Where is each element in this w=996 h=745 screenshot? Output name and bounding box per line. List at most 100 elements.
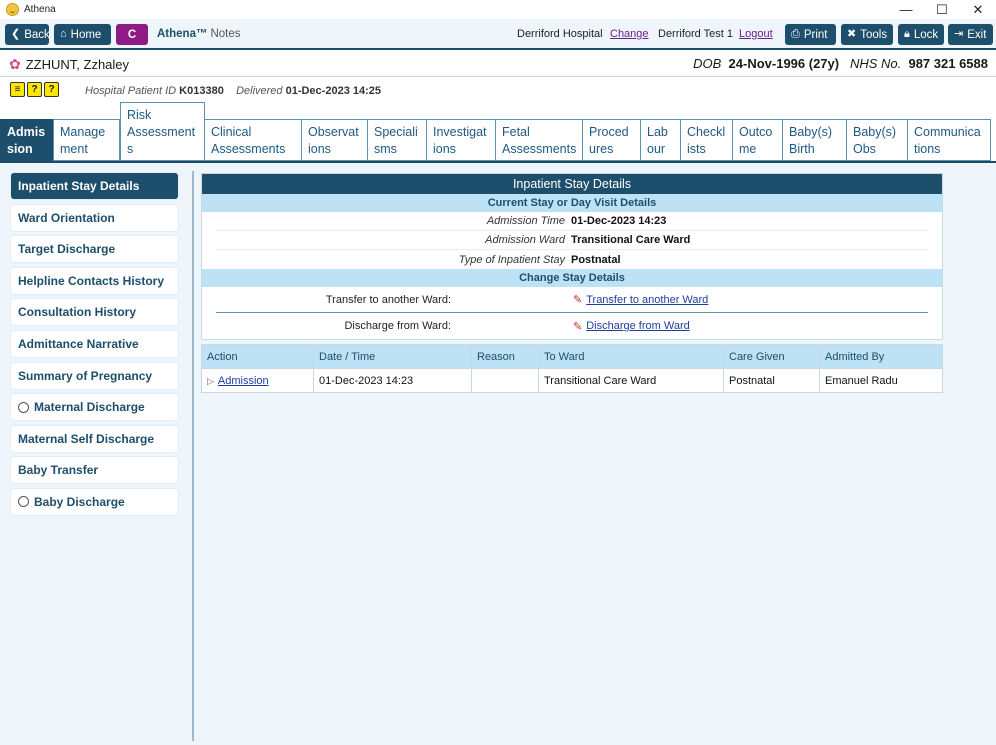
column-header-care-given[interactable]: Care Given <box>723 344 820 369</box>
sidebar-item-helpline-contacts-history[interactable]: Helpline Contacts History <box>11 267 178 294</box>
sidebar-item-maternal-self-discharge[interactable]: Maternal Self Discharge <box>11 425 178 452</box>
tab-observations[interactable]: Observat ions <box>301 119 368 161</box>
sidebar-item-admittance-narrative[interactable]: Admittance Narrative <box>11 330 178 357</box>
hospital-name: Derriford Hospital <box>517 28 603 40</box>
column-header-to-ward[interactable]: To Ward <box>538 344 724 369</box>
alert-question-icon[interactable]: ? <box>27 82 42 97</box>
table-row: ▷ Admission 01-Dec-2023 14:23 Transitiona… <box>201 368 943 393</box>
cell-datetime: 01-Dec-2023 14:23 <box>313 368 472 393</box>
main-tabs: Admis sion Manage ment Risk Assessment s Cli… <box>0 102 996 161</box>
c-button[interactable]: C <box>116 24 148 45</box>
exit-icon: ⇥ <box>954 28 964 40</box>
window-title: Athena <box>24 4 56 15</box>
minimize-button[interactable]: — <box>888 0 924 19</box>
sidebar-divider <box>192 171 194 741</box>
cell-reason <box>471 368 539 393</box>
column-header-admitted-by[interactable]: Admitted By <box>819 344 943 369</box>
back-button[interactable]: ❮ Back <box>5 24 50 45</box>
tab-procedures[interactable]: Proced ures <box>582 119 641 161</box>
tab-clinical-assessments[interactable]: Clinical Assessments <box>204 119 302 161</box>
cell-care-given: Postnatal <box>723 368 820 393</box>
alert-note-icon[interactable]: ≡ <box>10 82 25 97</box>
radio-circle-icon <box>18 401 29 413</box>
sidebar-item-inpatient-stay-details[interactable]: Inpatient Stay Details <box>11 173 178 199</box>
tab-outcome[interactable]: Outco me <box>732 119 783 161</box>
alert-icons: ≡ ? ? <box>10 82 59 97</box>
stay-history-table: Action Date / Time Reason To Ward Care G… <box>201 344 943 393</box>
cell-action: ▷ Admission <box>201 368 314 393</box>
app-brand: Athena™ Notes <box>157 28 241 40</box>
athena-logo-icon <box>6 3 19 16</box>
stay-type-row: Type of Inpatient Stay Postnatal <box>458 253 621 266</box>
pencil-icon: ✎ <box>573 320 583 333</box>
cell-admitted-by: Emanuel Radu <box>819 368 943 393</box>
printer-icon: ⎙ <box>791 28 800 40</box>
user-name: Derriford Test 1 <box>658 28 733 40</box>
pencil-icon: ✎ <box>573 294 583 306</box>
tab-risk-assessments[interactable]: Risk Assessment s <box>120 102 205 161</box>
inpatient-stay-details-panel: Inpatient Stay Details Current Stay or D… <box>201 173 943 340</box>
table-header-row: Action Date / Time Reason To Ward Care G… <box>201 344 943 369</box>
tab-admission[interactable]: Admis sion <box>0 119 53 161</box>
tab-fetal-assessments[interactable]: Fetal Assessments <box>495 119 583 161</box>
lock-icon: 🔒︎ <box>904 28 910 40</box>
discharge-row: Discharge from Ward: ✎ Discharge from Wa… <box>344 320 690 333</box>
transfer-ward-link[interactable]: Transfer to another Ward <box>586 294 708 306</box>
sidebar-item-consultation-history[interactable]: Consultation History <box>11 299 178 326</box>
logout-link[interactable]: Logout <box>739 28 773 40</box>
tools-button[interactable]: ✖ Tools <box>841 24 893 45</box>
tab-management[interactable]: Manage ment <box>53 119 120 161</box>
sidebar-nav: Inpatient Stay Details Ward Orientation … <box>11 173 178 521</box>
sidebar-item-ward-orientation[interactable]: Ward Orientation <box>11 204 178 231</box>
tools-icon: ✖ <box>847 28 857 40</box>
discharge-ward-link[interactable]: Discharge from Ward <box>586 320 690 332</box>
panel-title: Inpatient Stay Details <box>202 174 942 194</box>
tab-babys-birth[interactable]: Baby(s) Birth <box>782 119 847 161</box>
transfer-row: Transfer to another Ward: ✎ Transfer to … <box>216 287 928 313</box>
admission-time-row: Admission Time 01-Dec-2023 14:23 <box>216 212 928 231</box>
main-content: Inpatient Stay Details Ward Orientation … <box>0 161 996 745</box>
cell-to-ward: Transitional Care Ward <box>538 368 724 393</box>
maximize-button[interactable]: ☐ <box>924 0 960 19</box>
column-header-action[interactable]: Action <box>201 344 314 369</box>
lock-button[interactable]: 🔒︎ Lock <box>898 24 944 45</box>
print-button[interactable]: ⎙ Print <box>785 24 836 45</box>
sidebar-item-baby-transfer[interactable]: Baby Transfer <box>11 457 178 484</box>
change-stay-header: Change Stay Details <box>202 269 942 287</box>
tab-communications[interactable]: Communica tions <box>907 119 991 161</box>
tab-specialisms[interactable]: Speciali sms <box>367 119 427 161</box>
change-hospital-link[interactable]: Change <box>610 28 649 40</box>
chevron-left-icon: ❮ <box>11 28 21 40</box>
sidebar-item-summary-of-pregnancy[interactable]: Summary of Pregnancy <box>11 362 178 389</box>
close-button[interactable]: ✕ <box>960 0 996 19</box>
toolbar: ❮ Back ⌂ Home C Athena™ Notes Derriford H… <box>0 19 996 50</box>
flower-icon: ✿ <box>9 56 21 72</box>
patient-demographics: DOB 24-Nov-1996 (27y) NHS No. 987 321 65… <box>693 56 988 71</box>
home-icon: ⌂ <box>60 28 67 40</box>
admission-time-value: 01-Dec-2023 14:23 <box>571 215 667 227</box>
radio-circle-icon <box>18 496 29 508</box>
sidebar-item-baby-discharge[interactable]: Baby Discharge <box>11 488 178 515</box>
admission-ward-row: Admission Ward Transitional Care Ward <box>216 231 928 250</box>
tab-checklists[interactable]: Checkl ists <box>680 119 733 161</box>
tab-labour[interactable]: Lab our <box>640 119 681 161</box>
patient-name[interactable]: ✿ ZZHUNT, Zzhaley <box>9 56 129 73</box>
column-header-reason[interactable]: Reason <box>471 344 539 369</box>
stay-type-value: Postnatal <box>571 253 621 266</box>
tab-babys-obs[interactable]: Baby(s) Obs <box>846 119 908 161</box>
sidebar-item-maternal-discharge[interactable]: Maternal Discharge <box>11 394 178 421</box>
tab-investigations[interactable]: Investigat ions <box>426 119 496 161</box>
expand-triangle-icon[interactable]: ▷ <box>207 376 214 386</box>
patient-admission-info: Hospital Patient ID K013380 Delivered 01… <box>85 85 381 97</box>
sidebar-item-target-discharge[interactable]: Target Discharge <box>11 236 178 263</box>
column-header-date-time[interactable]: Date / Time <box>313 344 472 369</box>
current-stay-header: Current Stay or Day Visit Details <box>202 194 942 212</box>
admission-ward-value: Transitional Care Ward <box>571 234 691 246</box>
home-button[interactable]: ⌂ Home <box>54 24 111 45</box>
patient-banner: ✿ ZZHUNT, Zzhaley DOB 24-Nov-1996 (27y) … <box>0 50 996 77</box>
alert-question-icon[interactable]: ? <box>44 82 59 97</box>
admission-link[interactable]: Admission <box>218 375 269 387</box>
patient-subbar: ≡ ? ? Hospital Patient ID K013380 Delive… <box>0 78 996 102</box>
window-titlebar: Athena — ☐ ✕ <box>0 0 996 19</box>
exit-button[interactable]: ⇥ Exit <box>948 24 993 45</box>
